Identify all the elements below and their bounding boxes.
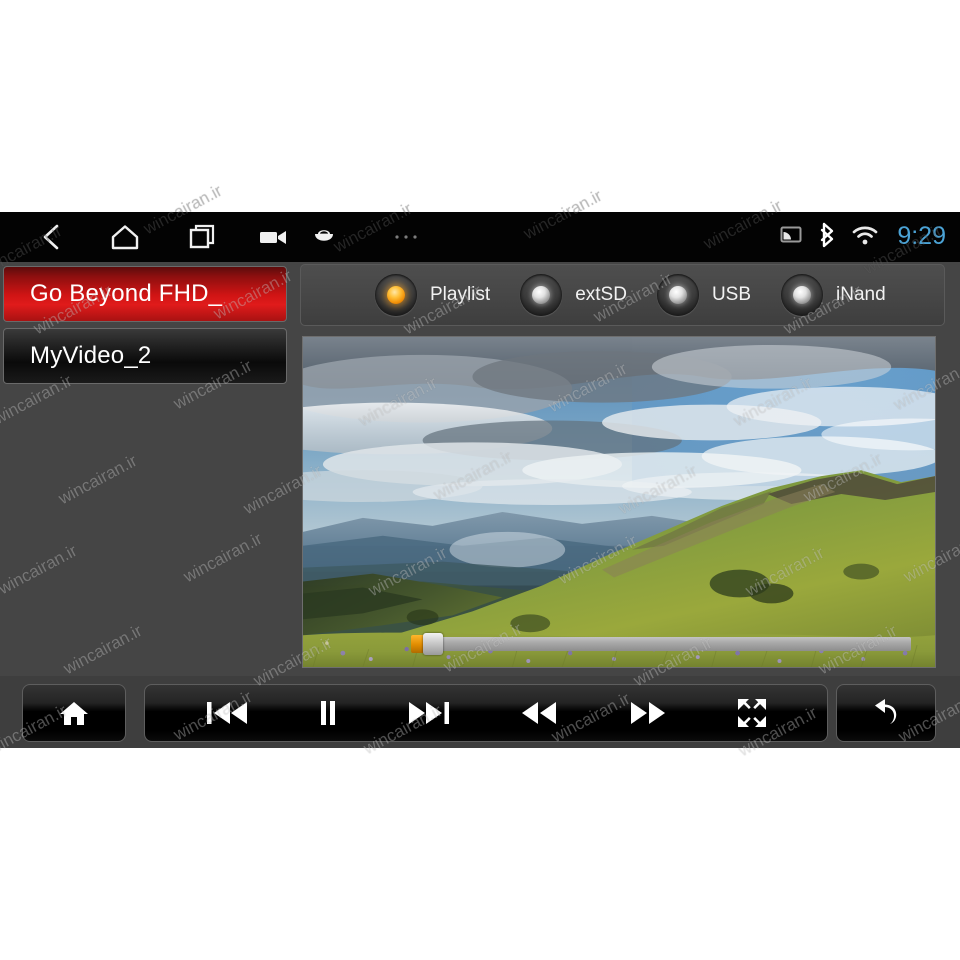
fast-forward-button[interactable] xyxy=(628,684,668,742)
cast-icon xyxy=(779,225,803,250)
seek-track[interactable] xyxy=(441,637,911,651)
radio-indicator-icon[interactable] xyxy=(375,274,417,316)
pause-icon xyxy=(317,699,339,727)
previous-track-button[interactable] xyxy=(206,684,248,742)
android-status-bar: 9:29 xyxy=(0,212,960,262)
fast-forward-icon xyxy=(628,699,668,727)
page-root: 9:29 Go Beyond FHD_ MyVideo_2 Playlist e… xyxy=(0,0,960,960)
source-option-label: iNand xyxy=(836,284,886,305)
seek-thumb[interactable] xyxy=(423,633,443,655)
bag-icon[interactable] xyxy=(300,212,348,262)
list-item[interactable]: Go Beyond FHD_ xyxy=(3,266,287,322)
source-selector-bar: Playlist extSD USB iNand xyxy=(300,264,945,326)
return-button[interactable] xyxy=(836,684,936,742)
fullscreen-button[interactable] xyxy=(737,684,767,742)
device-screenshot: 9:29 Go Beyond FHD_ MyVideo_2 Playlist e… xyxy=(0,212,960,748)
back-icon[interactable] xyxy=(28,212,76,262)
source-option-inand[interactable]: iNand xyxy=(781,274,886,316)
next-track-button[interactable] xyxy=(408,684,450,742)
rewind-icon xyxy=(519,699,559,727)
list-item[interactable]: MyVideo_2 xyxy=(3,328,287,384)
video-player-app: Go Beyond FHD_ MyVideo_2 Playlist extSD xyxy=(0,262,960,748)
return-arrow-icon[interactable] xyxy=(869,684,903,742)
radio-indicator-icon[interactable] xyxy=(781,274,824,316)
player-control-bar xyxy=(0,676,960,748)
video-surface[interactable] xyxy=(302,336,936,668)
camcorder-icon[interactable] xyxy=(250,212,298,262)
home-button[interactable] xyxy=(22,684,126,742)
next-track-icon xyxy=(408,699,450,727)
bluetooth-icon xyxy=(817,222,837,253)
status-clock: 9:29 xyxy=(897,221,946,250)
source-option-playlist[interactable]: Playlist xyxy=(375,274,490,316)
home-icon[interactable] xyxy=(58,684,90,742)
playlist-item-title: Go Beyond FHD_ xyxy=(30,280,223,307)
video-frame-image xyxy=(303,337,935,667)
radio-indicator-icon[interactable] xyxy=(520,274,563,316)
seek-bar[interactable] xyxy=(411,633,911,655)
pause-button[interactable] xyxy=(317,684,339,742)
rewind-button[interactable] xyxy=(519,684,559,742)
source-option-label: USB xyxy=(711,284,752,305)
transport-controls xyxy=(144,684,828,742)
source-option-label: extSD xyxy=(575,284,627,305)
previous-track-icon xyxy=(206,699,248,727)
player-column: Playlist extSD USB iNand xyxy=(300,262,960,676)
playlist-panel: Go Beyond FHD_ MyVideo_2 xyxy=(0,262,290,676)
home-icon[interactable] xyxy=(100,212,150,262)
source-option-usb[interactable]: USB xyxy=(656,274,752,316)
fullscreen-icon xyxy=(737,698,767,728)
source-option-label: Playlist xyxy=(430,284,491,305)
wifi-icon xyxy=(851,224,879,251)
status-icon-group: 9:29 xyxy=(779,212,946,262)
recents-icon[interactable] xyxy=(178,212,226,262)
playlist-item-title: MyVideo_2 xyxy=(30,342,152,369)
radio-indicator-icon[interactable] xyxy=(656,274,699,316)
overflow-icon[interactable] xyxy=(382,212,430,262)
source-option-extsd[interactable]: extSD xyxy=(520,274,627,316)
